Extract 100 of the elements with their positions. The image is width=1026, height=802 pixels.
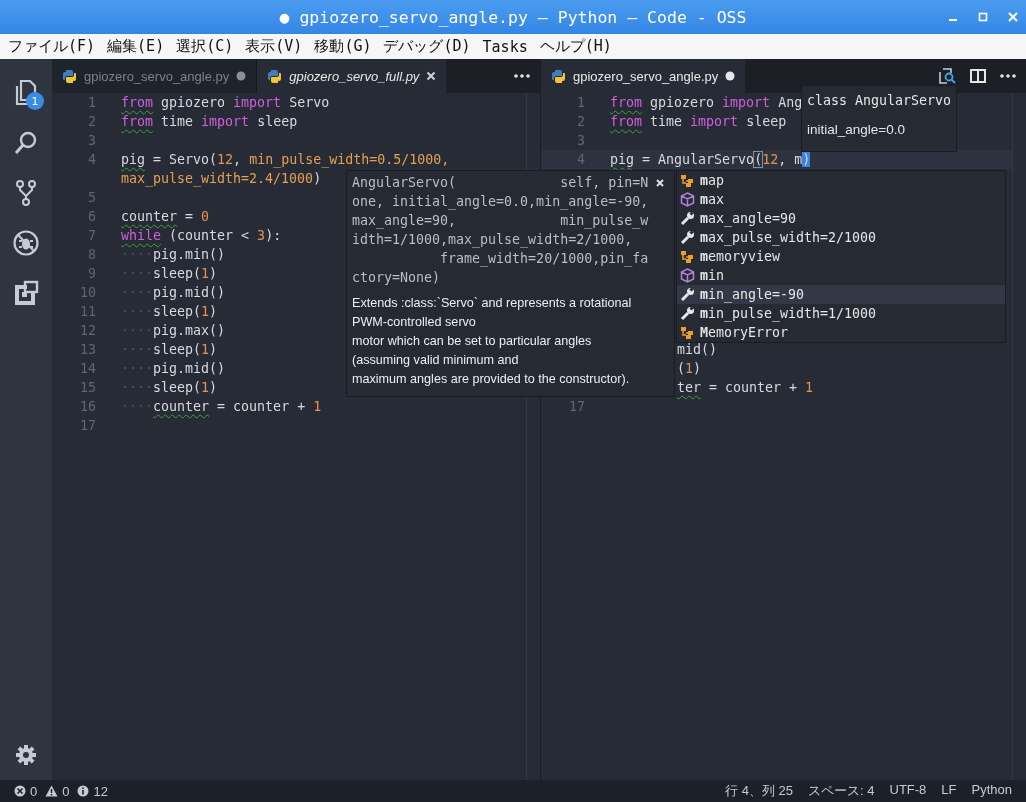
file-icon (267, 68, 283, 84)
suggestion-item[interactable]: max_angle=90 (677, 209, 1005, 228)
editor-tab[interactable]: gpiozero_servo_full.py (256, 59, 447, 93)
suggestion-item[interactable]: min_angle=-90 (677, 285, 1005, 304)
close-icon[interactable] (426, 71, 437, 81)
menu-item[interactable]: デバッグ(D) (383, 37, 471, 56)
search-icon[interactable] (13, 130, 39, 156)
line-number: 2 (577, 114, 585, 129)
suggestion-item[interactable]: min_pulse_width=1/1000 (677, 304, 1005, 323)
signature-text: idth=1/1000,max_pulse_width=2/1000, (352, 232, 633, 250)
line-number: 5 (88, 190, 96, 205)
function-icon (680, 325, 695, 340)
documentation-text: maximum angles are provided to the constructor). (352, 372, 631, 388)
code-line: ····pig.max() (121, 323, 226, 338)
suggestion-item[interactable]: MemoryError (677, 323, 1005, 342)
editor-tab[interactable]: gpiozero_servo_angle.py (541, 59, 746, 93)
warning-icon[interactable] (45, 785, 59, 797)
code-line: ····counter = counter + 1 (121, 399, 322, 414)
documentation-text: Extends :class:`Servo` and represents a rotational (352, 296, 633, 312)
documentation-text: PWM-controlled servo (352, 315, 477, 331)
code-line: ····sleep(1) (121, 304, 218, 319)
split-editor-icon[interactable] (970, 69, 986, 83)
problem-count[interactable]: 12 (93, 783, 108, 799)
more-icon[interactable] (1000, 74, 1016, 78)
suggestion-item[interactable]: min (677, 266, 1005, 285)
status-item[interactable]: スペース: 4 (808, 782, 875, 800)
code-line: (1) (677, 361, 702, 376)
documentation-text: motor which can be set to particular angles (352, 334, 593, 350)
problem-count[interactable]: 0 (30, 783, 38, 799)
code-line: counter = 0 (121, 209, 210, 224)
menu-item[interactable]: ファイル(F) (8, 37, 96, 56)
signature-text: frame_width=20/1000,pin_fa (439, 251, 649, 269)
wrench-icon (680, 230, 695, 245)
code-line: ter = counter + 1 (677, 380, 814, 395)
code-line: ····pig.mid() (121, 361, 226, 376)
code-line: from gpiozero import Ang (610, 95, 803, 110)
debug-icon[interactable] (12, 229, 40, 257)
line-number: 1 (88, 95, 96, 110)
code-line: from time import sleep (610, 114, 787, 129)
extensions-icon[interactable] (13, 280, 39, 306)
signature-text: ctory=None) (352, 270, 441, 287)
code-line: ····pig.mid() (121, 285, 226, 300)
wrench-icon (680, 287, 695, 302)
suggestion-item[interactable]: map (677, 171, 1005, 190)
line-number: 4 (88, 152, 96, 167)
code-line: from time import sleep (121, 114, 298, 129)
line-number: 9 (88, 266, 96, 281)
cube-icon (680, 268, 695, 283)
suggestion-item[interactable]: memoryview (677, 247, 1005, 266)
line-number: 2 (88, 114, 96, 129)
line-number: 17 (80, 418, 96, 433)
files-icon[interactable] (13, 79, 39, 107)
code-line: ····pig.min() (121, 247, 226, 262)
code-line: max_pulse_width=2.4/1000) (121, 171, 322, 186)
menu-item[interactable]: Tasks (482, 37, 528, 56)
error-icon[interactable] (14, 785, 26, 797)
more-icon[interactable] (514, 74, 530, 78)
status-item[interactable]: LF (941, 782, 957, 800)
info-icon[interactable] (77, 785, 90, 797)
wrench-icon (680, 211, 695, 226)
line-number: 12 (80, 323, 96, 338)
wrench-icon (680, 306, 695, 321)
hover-documentation: initial_angle=0.0 (807, 122, 906, 137)
line-number: 11 (80, 304, 96, 319)
problem-count[interactable]: 0 (62, 783, 70, 799)
status-item[interactable]: Python (971, 782, 1012, 800)
unsaved-dot-icon[interactable] (725, 71, 736, 81)
file-icon (551, 68, 566, 84)
line-number: 15 (80, 380, 96, 395)
line-number: 3 (577, 133, 585, 148)
function-icon (680, 249, 695, 264)
branch-icon[interactable] (14, 179, 38, 207)
line-number: 6 (88, 209, 96, 224)
menu-item[interactable]: ヘルプ(H) (539, 37, 612, 56)
code-line: while (counter < 3): (121, 228, 282, 243)
signature-text: max_angle=90, min_pulse_w (352, 213, 649, 231)
menu-item[interactable]: 選択(C) (176, 37, 234, 56)
line-number: 3 (88, 133, 96, 148)
line-number: 4 (577, 152, 585, 167)
line-number: 17 (569, 399, 585, 414)
unsaved-dot-icon[interactable] (236, 71, 247, 81)
suggestion-item[interactable]: max_pulse_width=2/1000 (677, 228, 1005, 247)
line-number: 14 (80, 361, 96, 376)
code-line: pig = AngularServo(12, m) (610, 152, 811, 167)
line-number: 7 (88, 228, 96, 243)
documentation-text: (assuming valid minimum and (352, 353, 520, 369)
menu-item[interactable]: 編集(E) (107, 37, 165, 56)
status-item[interactable]: UTF-8 (889, 782, 927, 800)
code-line: ····sleep(1) (121, 266, 218, 281)
line-number: 8 (88, 247, 96, 262)
suggestion-item[interactable]: max (677, 190, 1005, 209)
editor-tab[interactable]: gpiozero_servo_angle.py (52, 59, 257, 93)
line-number: 16 (80, 399, 96, 414)
menu-item[interactable]: 表示(V) (245, 37, 303, 56)
menu-item[interactable]: 移動(G) (314, 37, 372, 56)
status-item[interactable]: 行 4、列 25 (725, 782, 794, 800)
cube-icon (680, 192, 695, 207)
close-icon[interactable] (656, 179, 664, 187)
inspect-icon[interactable] (938, 67, 956, 85)
maximize-icon[interactable] (978, 12, 988, 22)
